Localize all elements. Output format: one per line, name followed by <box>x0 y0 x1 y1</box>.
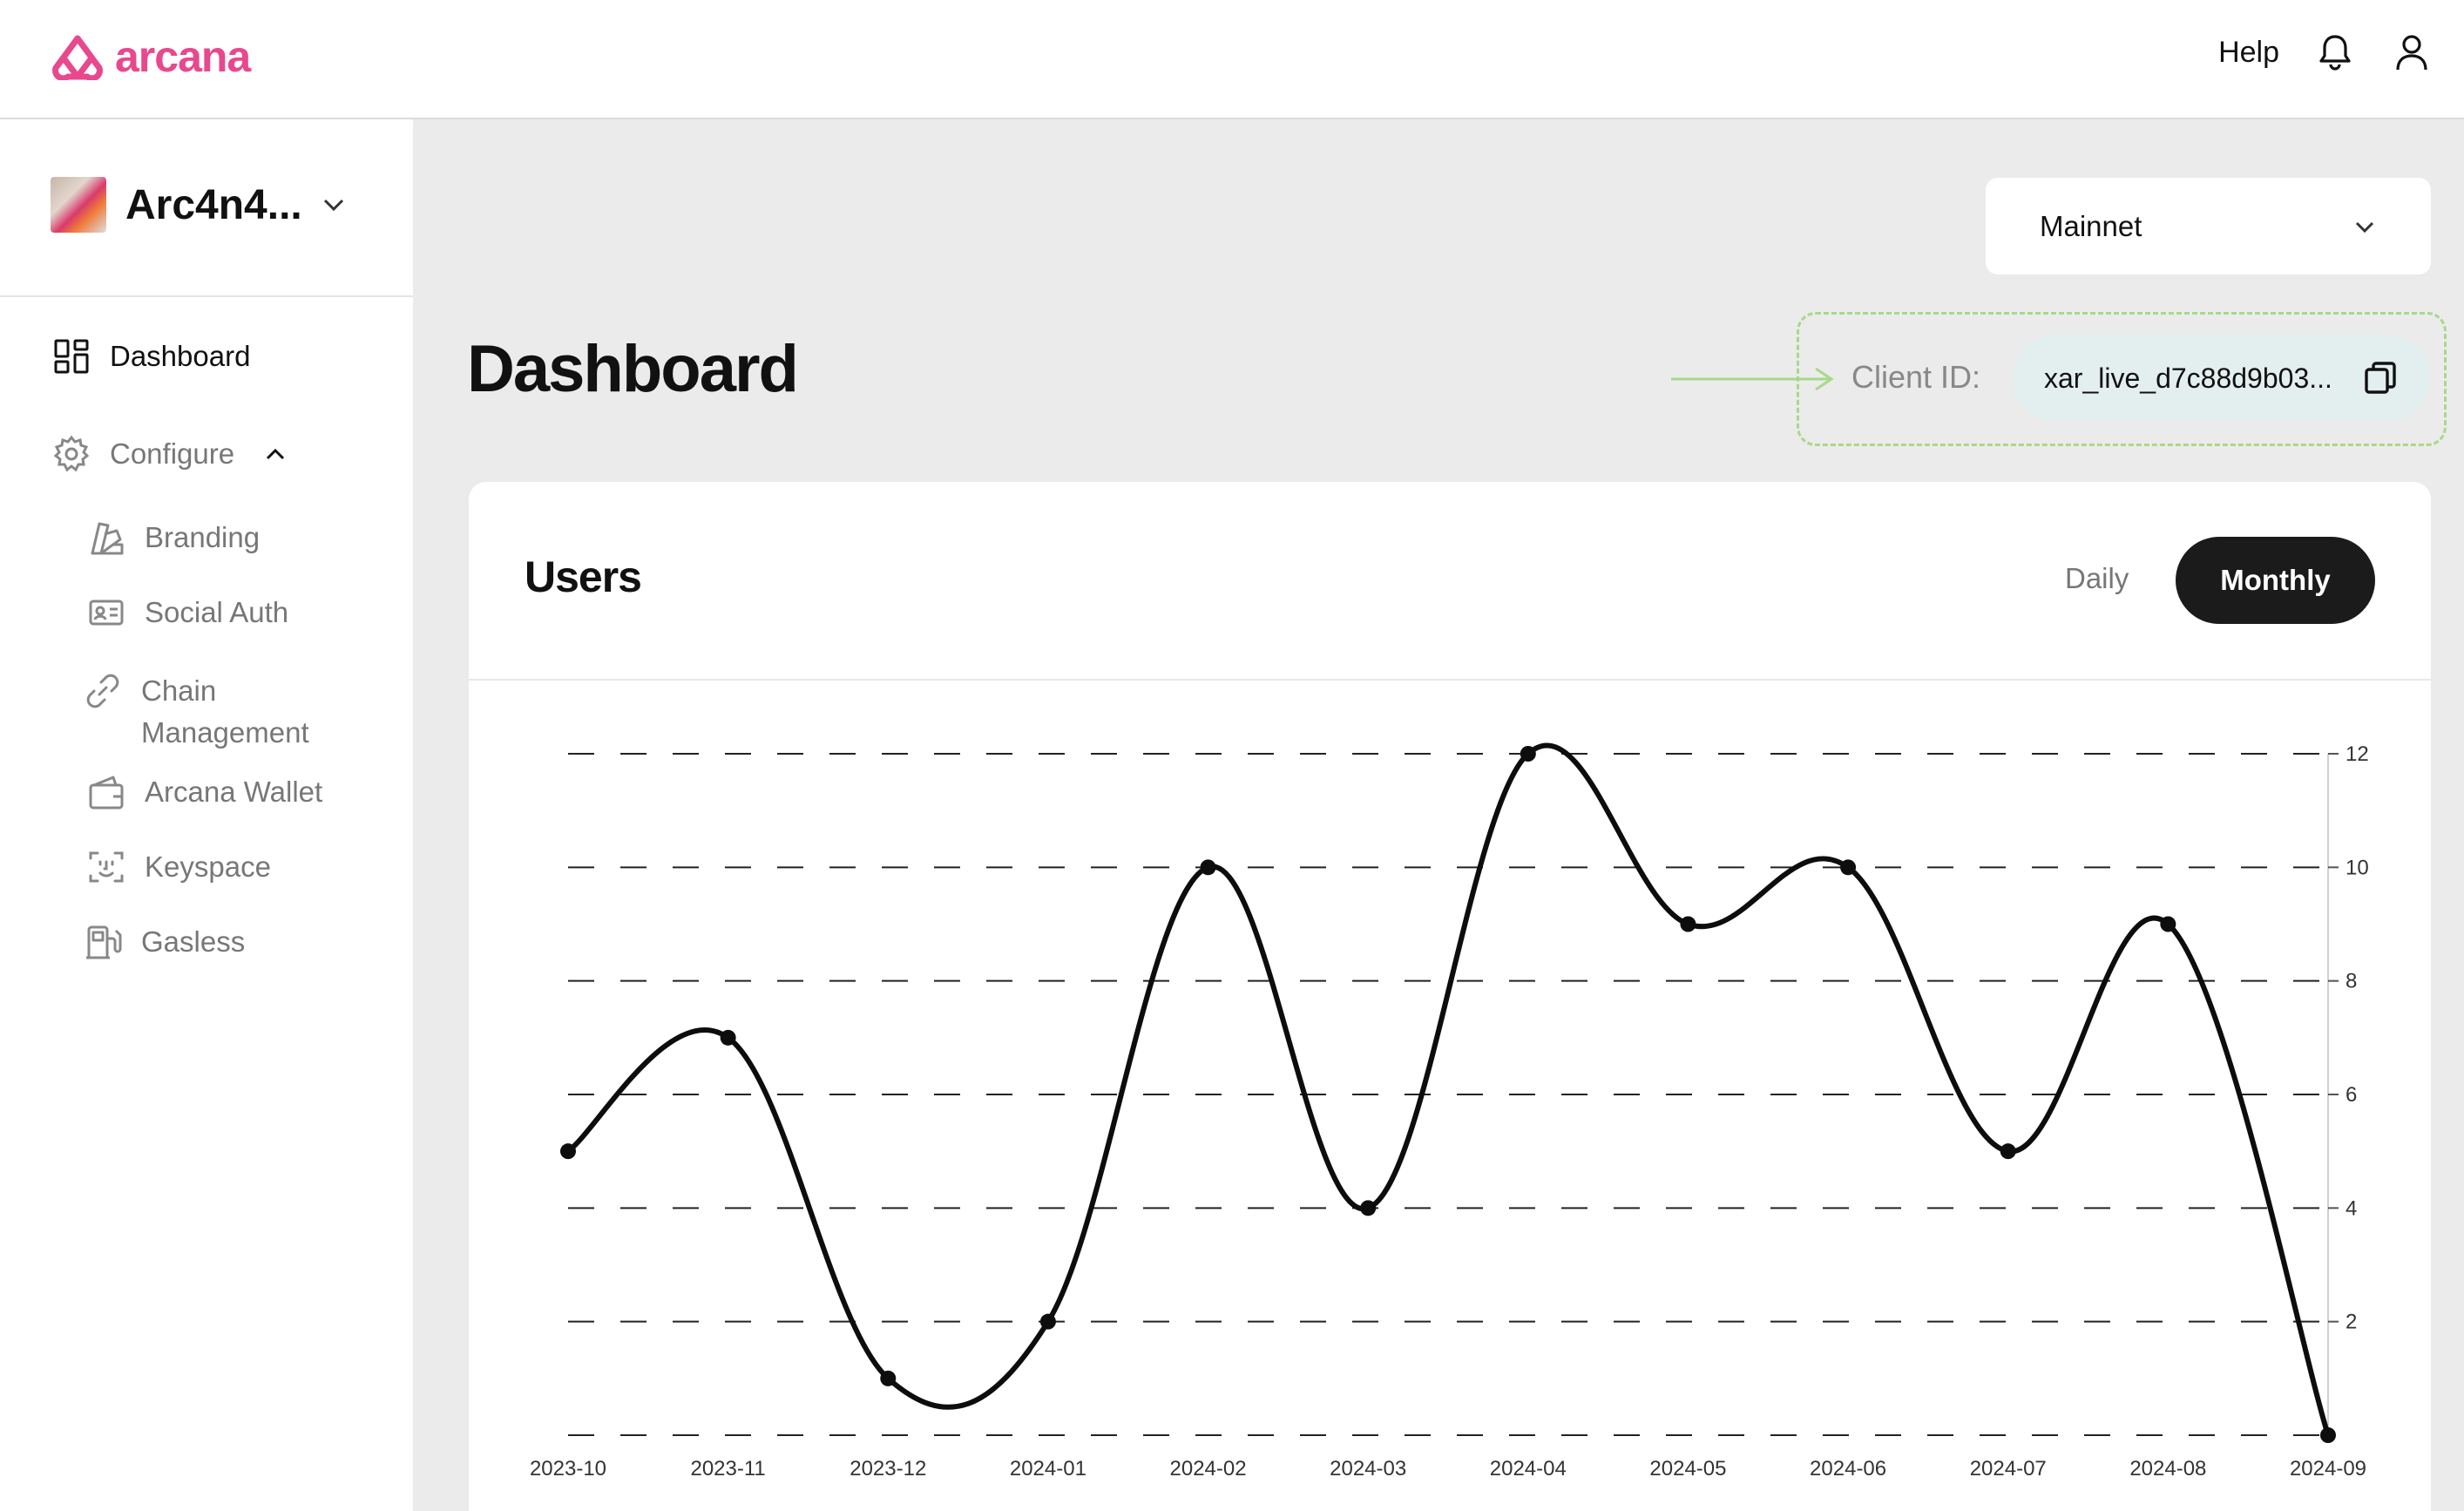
arcana-logo[interactable]: arcana <box>49 31 251 82</box>
x-tick-label: 2024-03 <box>1330 1457 1406 1481</box>
data-point <box>1200 859 1216 876</box>
data-point <box>720 1029 736 1046</box>
x-tick-label: 2023-12 <box>850 1457 926 1481</box>
x-tick-label: 2024-07 <box>1970 1457 2047 1481</box>
sidebar-item-keyspace[interactable]: Keyspace <box>87 848 271 886</box>
y-tick-label: 6 <box>2346 1083 2357 1107</box>
chevron-down-icon <box>2355 221 2374 233</box>
data-point <box>1039 1313 1056 1330</box>
x-tick-label: 2024-04 <box>1490 1457 1567 1481</box>
sidebar-item-label: Gasless <box>141 925 246 958</box>
data-point <box>2320 1427 2336 1443</box>
x-tick-label: 2024-02 <box>1170 1457 1247 1481</box>
bell-icon[interactable] <box>2314 31 2356 73</box>
sidebar-item-arcana-wallet[interactable]: Arcana Wallet <box>87 773 322 811</box>
sidebar-divider <box>0 295 413 297</box>
gear-icon <box>53 435 90 472</box>
page-title: Dashboard <box>467 332 799 406</box>
data-point <box>1520 746 1536 762</box>
palette-icon <box>91 522 124 555</box>
chevron-up-icon <box>267 448 285 460</box>
wallet-icon <box>89 776 124 810</box>
data-point <box>2160 916 2176 932</box>
y-tick-label: 4 <box>2346 1196 2357 1220</box>
series-line <box>566 742 2331 1436</box>
sidebar-item-label: Configure <box>110 437 235 470</box>
data-point <box>880 1370 897 1386</box>
sidebar-item-label: Dashboard <box>110 340 251 372</box>
x-tick-label: 2024-05 <box>1649 1457 1726 1481</box>
top-bar: arcana Help <box>0 0 2464 119</box>
network-select[interactable]: Mainnet <box>1986 178 2431 274</box>
sidebar-item-label: Arcana Wallet <box>145 776 323 808</box>
sidebar-item-branding[interactable]: Branding <box>87 518 260 557</box>
x-tick-label: 2024-01 <box>1010 1457 1086 1481</box>
y-tick-label: 10 <box>2346 856 2369 879</box>
user-icon[interactable] <box>2391 31 2433 73</box>
sidebar-item-label: Social Auth <box>145 596 289 628</box>
data-point <box>1360 1200 1377 1216</box>
copy-icon[interactable] <box>2361 359 2400 397</box>
dashboard-grid-icon <box>54 339 89 374</box>
x-tick-label: 2023-10 <box>530 1457 606 1481</box>
y-tick-label: 8 <box>2346 970 2357 993</box>
app-switcher[interactable]: Arc4n4... <box>51 177 346 233</box>
client-id-label: Client ID: <box>1851 359 1981 395</box>
sidebar-item-chain-management[interactable]: Chain Management <box>84 670 309 754</box>
x-tick-label: 2024-09 <box>2290 1457 2366 1481</box>
sidebar-item-configure[interactable]: Configure <box>52 435 287 473</box>
client-id-pill[interactable]: xar_live_d7c88d9b03... <box>2013 335 2431 422</box>
network-value: Mainnet <box>2040 209 2142 242</box>
app-avatar <box>51 177 106 233</box>
fuel-pump-icon <box>86 925 122 959</box>
sidebar-item-gasless[interactable]: Gasless <box>84 923 245 961</box>
x-tick-label: 2023-11 <box>690 1457 765 1481</box>
data-point <box>2000 1143 2016 1160</box>
sidebar-item-label: Keyspace <box>145 850 271 883</box>
arcana-logo-icon <box>52 35 103 80</box>
data-point <box>1840 859 1857 876</box>
x-tick-label: 2024-08 <box>2129 1457 2206 1481</box>
x-tick-label: 2024-06 <box>1810 1457 1886 1481</box>
id-card-icon <box>89 600 124 626</box>
sidebar-item-label: Branding <box>145 521 261 553</box>
sidebar-item-label-line1: Chain <box>141 674 217 707</box>
data-point <box>560 1143 576 1160</box>
app-name: Arc4n4... <box>125 181 302 228</box>
chevron-down-icon <box>323 199 343 212</box>
y-tick-label: 12 <box>2346 742 2369 766</box>
sidebar-item-label-line2: Management <box>141 716 309 749</box>
data-point <box>1680 916 1696 932</box>
users-card: Users Daily Monthly 2 4 6 8 10 12 2023-10 2023-… <box>469 482 2431 1511</box>
client-id-value: xar_live_d7c88d9b03... <box>2044 362 2332 394</box>
users-line-chart: 2 4 6 8 10 12 2023-10 2023-11 2023-12 2024-01 2024… <box>530 742 2369 1481</box>
sidebar-item-social-auth[interactable]: Social Auth <box>87 593 288 632</box>
face-scan-icon <box>89 851 124 883</box>
sidebar: Arc4n4... Dashboard Configure Branding S… <box>0 119 413 1511</box>
y-tick-label: 2 <box>2346 1311 2357 1334</box>
sidebar-item-dashboard[interactable]: Dashboard <box>52 337 250 376</box>
help-link[interactable]: Help <box>2218 36 2279 70</box>
link-icon <box>86 674 119 708</box>
logo-text: arcana <box>115 32 251 81</box>
